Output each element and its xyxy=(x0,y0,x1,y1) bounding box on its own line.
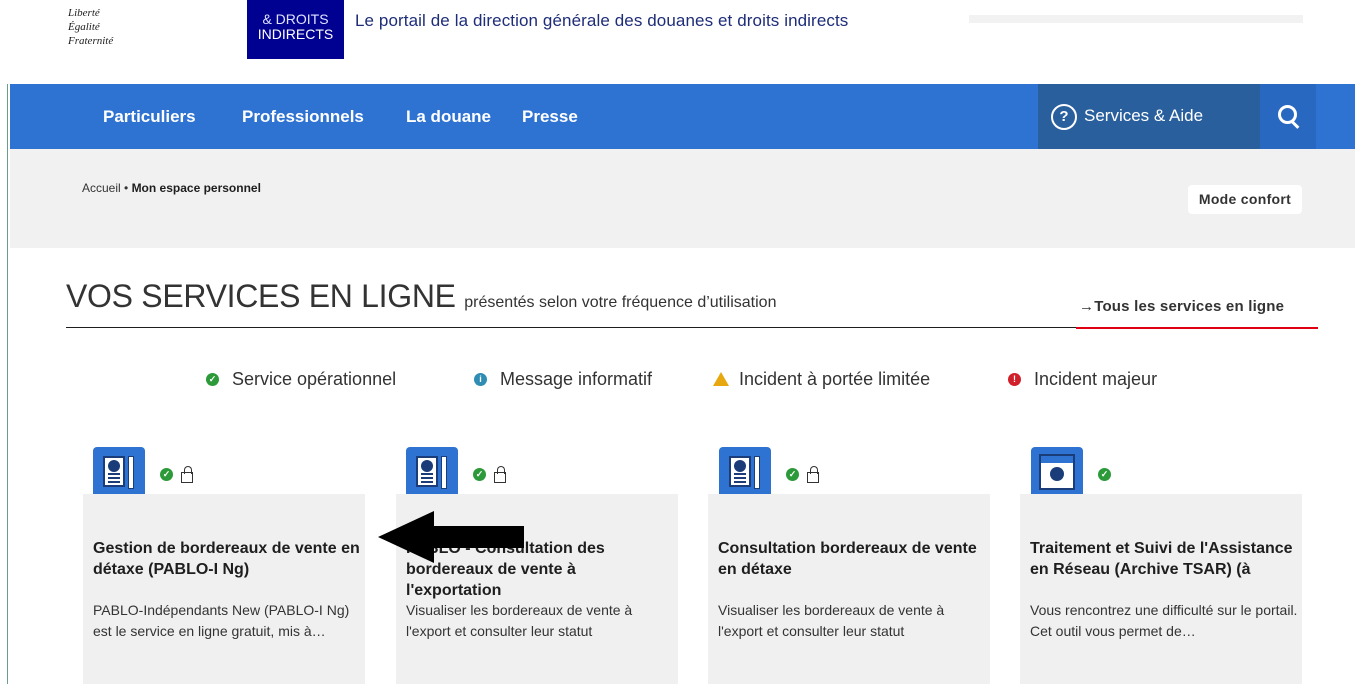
legend-label: Incident à portée limitée xyxy=(739,369,931,389)
card-title[interactable]: Traitement et Suivi de l'Assistance en R… xyxy=(1030,538,1298,580)
service-card-pablo-consultation[interactable]: PABLO - Consultation des bordereaux de v… xyxy=(396,494,678,684)
document-bar xyxy=(128,456,134,489)
nav-item-particuliers[interactable]: Particuliers xyxy=(103,107,196,127)
service-card-pablo-ing[interactable]: Gestion de bordereaux de vente en détaxe… xyxy=(83,494,365,684)
logo-line: INDIRECTS xyxy=(257,26,334,42)
card-description: Vous rencontrez une difficulté sur le po… xyxy=(1030,602,1298,639)
douane-logo[interactable]: & DROITS INDIRECTS xyxy=(247,0,344,59)
section-heading: VOS SERVICES EN LIGNE présentés selon vo… xyxy=(66,278,776,315)
all-services-link[interactable]: →Tous les services en ligne xyxy=(1079,298,1284,315)
services-aide-label: Services & Aide xyxy=(1084,106,1204,125)
card-title[interactable]: Gestion de bordereaux de vente en détaxe… xyxy=(93,538,361,580)
legend-label: Message informatif xyxy=(500,369,653,389)
coin-shape xyxy=(734,460,746,472)
window-shape xyxy=(1039,454,1075,490)
republic-motto: Liberté Égalité Fraternité xyxy=(68,6,113,48)
nav-item-presse[interactable]: Presse xyxy=(522,107,578,127)
error-circle-icon: ! xyxy=(1008,373,1021,386)
info-circle-icon: i xyxy=(474,373,487,386)
section-divider-accent xyxy=(1076,327,1318,329)
unlock-icon xyxy=(181,466,193,483)
search-button[interactable] xyxy=(1260,84,1316,149)
card-title[interactable]: Consultation bordereaux de vente en déta… xyxy=(718,538,986,580)
card-description: PABLO-Indépendants New (PABLO-I Ng) est … xyxy=(93,602,350,639)
check-circle-icon: ✓ xyxy=(786,468,799,481)
breadcrumb: Accueil • Mon espace personnel xyxy=(82,181,261,195)
nav-item-professionnels[interactable]: Professionnels xyxy=(242,107,364,127)
card-description: Visualiser les bordereaux de vente à l'e… xyxy=(406,602,633,639)
service-card-tsar[interactable]: Traitement et Suivi de l'Assistance en R… xyxy=(1020,494,1302,684)
check-circle-icon: ✓ xyxy=(160,468,173,481)
document-bar xyxy=(754,456,760,489)
service-document-icon[interactable] xyxy=(719,447,771,499)
annotation-arrow-body xyxy=(432,526,524,548)
search-icon-handle xyxy=(1290,120,1300,129)
section-title: VOS SERVICES EN LIGNE xyxy=(66,278,456,314)
document-bar xyxy=(441,456,447,489)
services-aide-button[interactable]: ? Services & Aide xyxy=(1038,84,1260,149)
motto-line: Égalité xyxy=(68,21,100,33)
annotation-arrow-head xyxy=(378,511,434,563)
coin-shape xyxy=(421,460,433,472)
mode-confort-button[interactable]: Mode confort xyxy=(1188,185,1302,214)
coin-shape xyxy=(108,460,120,472)
service-card-consultation-detaxe[interactable]: Consultation bordereaux de vente en déta… xyxy=(708,494,990,684)
legend-label: Service opérationnel xyxy=(232,369,397,389)
motto-line: Fraternité xyxy=(68,35,114,47)
breadcrumb-current: Mon espace personnel xyxy=(131,181,261,195)
page-left-border xyxy=(7,0,8,684)
section-subtitle: présentés selon votre fréquence d’utilis… xyxy=(464,294,777,311)
service-document-icon[interactable] xyxy=(93,447,145,499)
site-header: Liberté Égalité Fraternité & DROITS INDI… xyxy=(0,0,1355,84)
check-circle-icon: ✓ xyxy=(473,468,486,481)
breadcrumb-band: Accueil • Mon espace personnel Mode conf… xyxy=(10,149,1355,248)
main-nav: Particuliers Professionnels La douane Pr… xyxy=(10,84,1355,149)
warning-triangle-icon xyxy=(713,372,729,386)
check-circle-icon: ✓ xyxy=(206,373,219,386)
unlock-icon xyxy=(807,466,819,483)
unlock-icon xyxy=(494,466,506,483)
breadcrumb-separator: • xyxy=(120,181,132,195)
motto-line: Liberté xyxy=(68,7,100,19)
check-circle-icon: ✓ xyxy=(1098,468,1111,481)
service-assistance-icon[interactable] xyxy=(1031,447,1083,499)
question-circle-icon: ? xyxy=(1051,104,1077,130)
header-search-field[interactable] xyxy=(969,15,1303,23)
legend-label: Incident majeur xyxy=(1034,369,1158,389)
breadcrumb-home-link[interactable]: Accueil xyxy=(82,181,121,195)
card-description: Visualiser les bordereaux de vente à l'e… xyxy=(718,602,945,639)
logo-line: & DROITS xyxy=(262,11,329,27)
portal-title: Le portail de la direction générale des … xyxy=(355,11,849,30)
nav-item-la-douane[interactable]: La douane xyxy=(406,107,491,127)
service-document-icon[interactable] xyxy=(406,447,458,499)
